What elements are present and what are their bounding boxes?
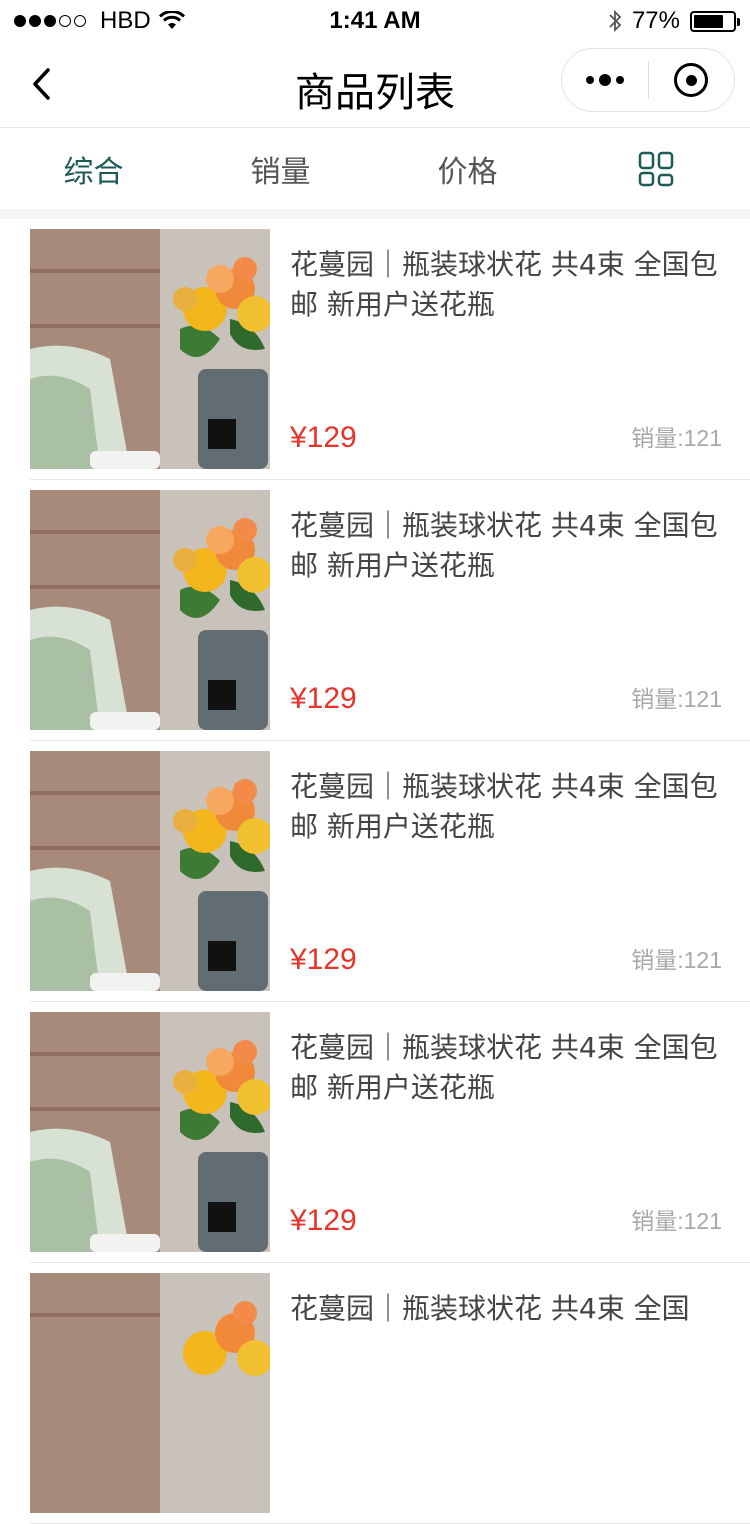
product-title: 花蔓园｜瓶装球状花 共4束 全国包邮 新用户送花瓶	[290, 1031, 718, 1104]
filter-bar: 综合 销量 价格	[0, 129, 750, 209]
product-price: ¥129	[290, 1204, 357, 1237]
product-image-flowers	[30, 1273, 270, 1513]
product-sales-count: 销量:121	[631, 947, 722, 973]
product-info: 花蔓园｜瓶装球状花 共4束 全国包邮 新用户送花瓶 ¥129 销量:121	[290, 229, 722, 469]
product-title: 花蔓园｜瓶装球状花 共4束 全国包邮 新用户送花瓶	[290, 770, 718, 843]
product-title: 花蔓园｜瓶装球状花 共4束 全国	[290, 1292, 690, 1325]
tab-comprehensive[interactable]: 综合	[0, 147, 187, 191]
grid-view-icon	[638, 151, 673, 187]
product-info: 花蔓园｜瓶装球状花 共4束 全国	[290, 1273, 722, 1513]
navigation-bar: 商品列表	[0, 40, 750, 128]
product-image-flowers	[30, 1012, 270, 1252]
product-sales-count: 销量:121	[631, 1208, 722, 1234]
more-button[interactable]	[562, 49, 648, 111]
target-circle-icon	[674, 63, 709, 97]
product-card[interactable]: 花蔓园｜瓶装球状花 共4束 全国包邮 新用户送花瓶 ¥129 销量:121	[30, 1002, 750, 1263]
more-dots-icon	[585, 76, 594, 84]
product-card[interactable]: 花蔓园｜瓶装球状花 共4束 全国包邮 新用户送花瓶 ¥129 销量:121	[30, 480, 750, 741]
product-info: 花蔓园｜瓶装球状花 共4束 全国包邮 新用户送花瓶 ¥129 销量:121	[290, 490, 722, 730]
miniprogram-capsule	[561, 48, 735, 112]
product-title: 花蔓园｜瓶装球状花 共4束 全国包邮 新用户送花瓶	[290, 248, 718, 321]
bluetooth-icon	[609, 9, 622, 33]
status-right: 77%	[608, 7, 740, 35]
section-divider	[0, 209, 750, 219]
tab-sales[interactable]: 销量	[187, 147, 374, 191]
product-title: 花蔓园｜瓶装球状花 共4束 全国包邮 新用户送花瓶	[290, 509, 718, 582]
product-price: ¥129	[290, 943, 357, 976]
product-card[interactable]: 花蔓园｜瓶装球状花 共4束 全国包邮 新用户送花瓶 ¥129 销量:121	[30, 741, 750, 1002]
product-image-flowers	[30, 490, 270, 730]
product-list: 花蔓园｜瓶装球状花 共4束 全国包邮 新用户送花瓶 ¥129 销量:121 花蔓…	[0, 219, 750, 1524]
battery-level	[694, 14, 724, 28]
product-info: 花蔓园｜瓶装球状花 共4束 全国包邮 新用户送花瓶 ¥129 销量:121	[290, 751, 722, 991]
product-card[interactable]: 花蔓园｜瓶装球状花 共4束 全国	[30, 1263, 750, 1524]
battery-icon	[690, 10, 740, 32]
close-button[interactable]	[649, 49, 735, 111]
product-price: ¥129	[290, 421, 357, 454]
product-card[interactable]: 花蔓园｜瓶装球状花 共4束 全国包邮 新用户送花瓶 ¥129 销量:121	[30, 219, 750, 480]
product-sales-count: 销量:121	[631, 686, 722, 712]
product-sales-count: 销量:121	[631, 425, 722, 451]
layout-toggle-button[interactable]	[561, 151, 750, 187]
tab-price[interactable]: 价格	[374, 147, 561, 191]
status-bar: HBD 1:41 AM 77%	[0, 0, 750, 40]
battery-percent: 77%	[631, 7, 680, 34]
product-image-flowers	[30, 229, 270, 469]
product-image-flowers	[30, 751, 270, 991]
product-price: ¥129	[290, 682, 357, 715]
product-info: 花蔓园｜瓶装球状花 共4束 全国包邮 新用户送花瓶 ¥129 销量:121	[290, 1012, 722, 1252]
